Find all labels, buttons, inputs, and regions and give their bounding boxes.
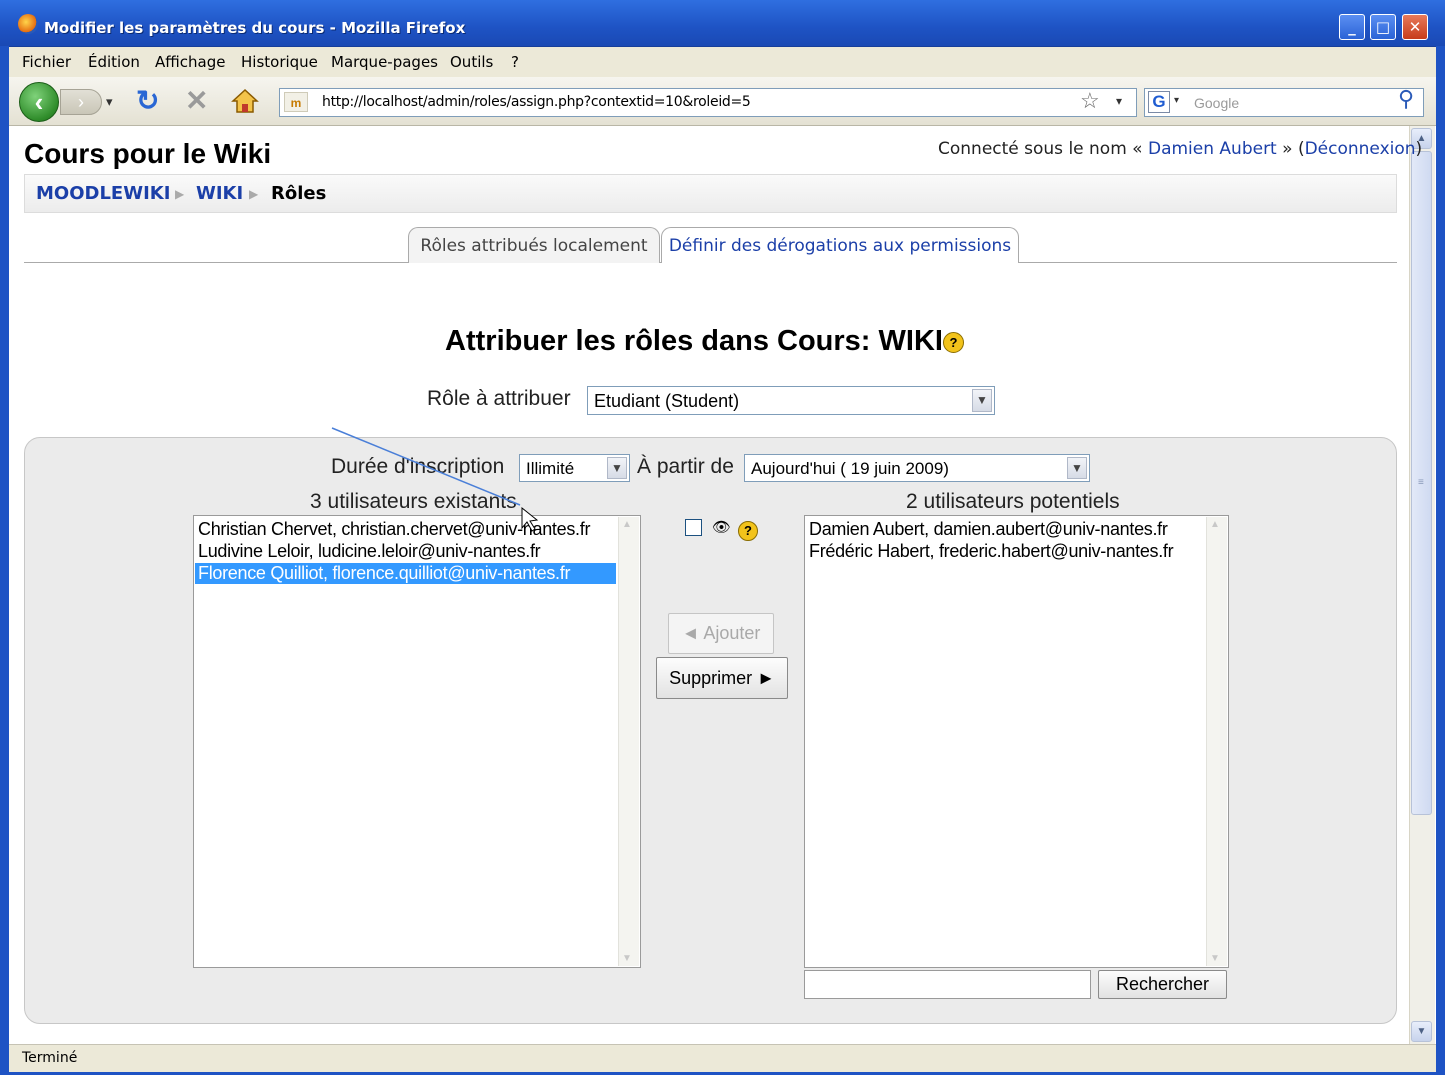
role-select[interactable]: Etudiant (Student) ▼ [587,386,995,415]
close-button[interactable]: ✕ [1402,14,1428,40]
status-text: Terminé [22,1050,78,1066]
search-button[interactable]: Rechercher [1098,970,1227,999]
breadcrumb-separator-icon: ▶ [249,187,259,201]
window-title: Modifier les paramètres du cours - Mozil… [44,19,466,37]
scroll-up-icon[interactable]: ▲ [1210,519,1220,530]
breadcrumb-separator-icon: ▶ [175,187,185,201]
show-advanced-checkbox[interactable] [685,519,702,536]
site-favicon-icon: m [284,92,308,112]
window-frame-right [1436,46,1445,1075]
tab-local-roles[interactable]: Rôles attribués localement [408,227,660,263]
search-engine-dropdown-icon[interactable]: ▾ [1174,95,1179,106]
scroll-down-icon[interactable]: ▼ [1210,953,1220,964]
menu-affichage[interactable]: Affichage [155,53,225,71]
window-titlebar[interactable]: Modifier les paramètres du cours - Mozil… [0,0,1445,47]
menu-edition[interactable]: Édition [88,53,140,71]
breadcrumb-moodlewiki[interactable]: MOODLEWIKI [36,183,170,204]
login-info: Connecté sous le nom « Damien Aubert » (… [938,139,1422,159]
google-icon[interactable]: G [1148,91,1170,113]
reload-icon[interactable]: ↻ [136,84,159,117]
help-icon[interactable]: ? [738,521,758,541]
eye-icon: 👁 [712,519,732,536]
forward-icon[interactable]: › [60,89,102,115]
role-select-value: Etudiant (Student) [594,391,740,411]
start-date-label: À partir de [637,455,734,478]
login-mid: » ( [1276,139,1305,159]
url-dropdown-icon[interactable]: ▾ [1116,94,1122,108]
list-scrollbar[interactable]: ▲ ▼ [618,517,639,966]
duration-select-value: Illimité [526,459,575,478]
login-prefix: Connecté sous le nom « [938,139,1148,159]
logout-link[interactable]: Déconnexion [1305,139,1416,159]
scroll-down-icon[interactable]: ▼ [1411,1021,1432,1042]
user-link[interactable]: Damien Aubert [1148,139,1277,159]
window-frame-left [0,46,9,1075]
home-icon[interactable] [231,88,259,114]
existing-users-list[interactable]: Christian Chervet, christian.chervet@uni… [193,515,641,968]
history-dropdown-icon[interactable]: ▾ [106,94,113,110]
breadcrumb-wiki[interactable]: WIKI [196,183,243,204]
list-item[interactable]: Frédéric Habert, frederic.habert@univ-na… [809,541,1174,562]
start-date-select[interactable]: Aujourd'hui ( 19 juin 2009) ▼ [744,454,1090,482]
maximize-button[interactable]: □ [1370,14,1396,40]
search-icon[interactable]: ⚲ [1398,86,1414,112]
minimize-button[interactable]: _ [1339,14,1365,40]
scroll-up-icon[interactable]: ▲ [622,519,632,530]
chevron-down-icon[interactable]: ▼ [1067,457,1087,479]
menu-marque-pages[interactable]: Marque-pages [331,53,438,71]
remove-button[interactable]: Supprimer ► [656,657,788,699]
login-suffix: ) [1415,139,1423,159]
bookmark-star-icon[interactable]: ☆ [1080,88,1100,114]
user-search-input[interactable] [804,970,1091,999]
potential-users-list[interactable]: Damien Aubert, damien.aubert@univ-nantes… [804,515,1229,968]
stop-icon[interactable]: ✕ [185,84,208,117]
scroll-down-icon[interactable]: ▼ [622,953,632,964]
list-item-selected[interactable]: Florence Quilliot, florence.quilliot@uni… [195,563,616,584]
menu-fichier[interactable]: Fichier [22,53,71,71]
existing-users-label: 3 utilisateurs existants [310,490,517,513]
duration-select[interactable]: Illimité ▼ [519,454,630,482]
url-text[interactable]: http://localhost/admin/roles/assign.php?… [322,94,751,110]
menu-historique[interactable]: Historique [241,53,318,71]
heading-text: Attribuer les rôles dans Cours: WIKI [445,325,943,357]
search-placeholder[interactable]: Google [1194,95,1239,111]
list-scrollbar[interactable]: ▲ ▼ [1206,517,1227,966]
firefox-icon [18,14,38,34]
chevron-down-icon[interactable]: ▼ [607,457,627,479]
page-heading: Attribuer les rôles dans Cours: WIKI? [0,325,1409,358]
menu-help[interactable]: ? [511,53,519,71]
tab-permission-overrides[interactable]: Définir des dérogations aux permissions [661,227,1019,263]
role-label: Rôle à attribuer [427,387,571,410]
scrollbar-grip-icon: ≡ [1418,477,1424,488]
help-icon[interactable]: ? [942,331,964,353]
search-bar[interactable] [1144,88,1424,117]
start-date-select-value: Aujourd'hui ( 19 juin 2009) [751,459,949,478]
duration-label: Durée d'inscription [331,455,505,478]
menu-outils[interactable]: Outils [450,53,493,71]
breadcrumb-current: Rôles [271,183,327,204]
list-item[interactable]: Damien Aubert, damien.aubert@univ-nantes… [809,519,1168,540]
back-icon[interactable]: ‹ [19,82,59,122]
course-title: Cours pour le Wiki [24,138,272,169]
potential-users-label: 2 utilisateurs potentiels [906,490,1120,513]
list-item[interactable]: Christian Chervet, christian.chervet@uni… [198,519,590,540]
list-item[interactable]: Ludivine Leloir, ludicine.leloir@univ-na… [198,541,541,562]
status-bar [9,1044,1436,1072]
add-button[interactable]: ◄ Ajouter [668,613,774,654]
chevron-down-icon[interactable]: ▼ [972,389,992,412]
